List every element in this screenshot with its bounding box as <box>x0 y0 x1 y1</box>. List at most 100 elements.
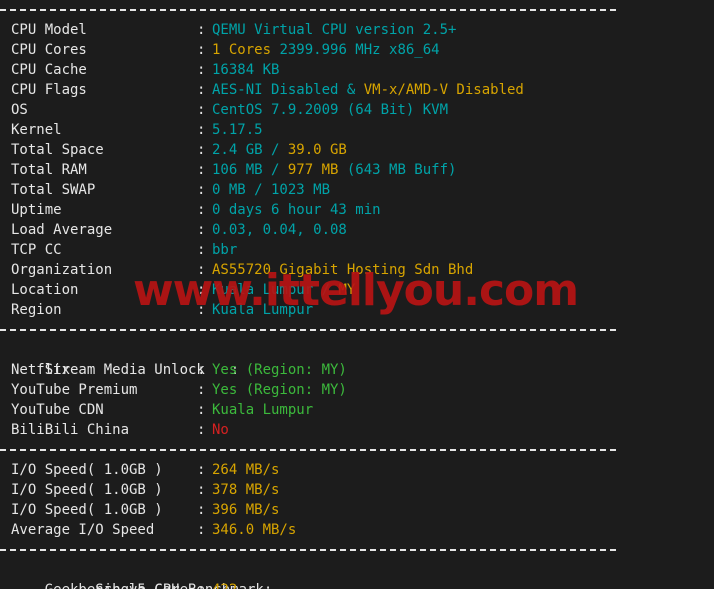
row-label: YouTube CDN <box>11 402 104 418</box>
dashed-rule <box>0 9 616 11</box>
separator-io-speed <box>0 440 714 460</box>
row-value: (643 MB Buff) <box>338 162 457 178</box>
row-value: 39.0 GB <box>287 142 347 158</box>
row-value: bbr <box>212 242 238 258</box>
output-row: Total RAM:106 MB / 977 MB (643 MB Buff) <box>0 160 714 180</box>
row-label: TCP CC <box>11 242 62 258</box>
output-row: YouTube CDN: Kuala Lumpur <box>0 400 714 420</box>
row-label: CPU Cache <box>11 62 87 78</box>
row-value: Kuala Lumpur <box>212 302 314 318</box>
row-label: YouTube Premium <box>11 382 138 398</box>
dashed-rule <box>0 449 616 451</box>
output-row: I/O Speed( 1.0GB ):378 MB/s <box>0 480 714 500</box>
colon: : <box>197 162 206 178</box>
colon: : <box>197 182 206 198</box>
output-row: Kernel:5.17.5 <box>0 120 714 140</box>
output-row: Organization: AS55720 Gigabit Hosting Sdn… <box>0 260 714 280</box>
output-row: OS: CentOS 7.9.2009 (64 Bit) KVM <box>0 100 714 120</box>
colon: : <box>197 22 206 38</box>
output-row: Load Average:0.03, 0.04, 0.08 <box>0 220 714 240</box>
output-row: Location: Kuala Lumpur / MY <box>0 280 714 300</box>
separator-geekbench <box>0 540 714 560</box>
row-value: 16384 KB <box>212 62 280 78</box>
row-value: 378 MB/s <box>212 482 280 498</box>
row-value: 0.03, 0.04, 0.08 <box>212 222 347 238</box>
row-value: AS55720 Gigabit Hosting Sdn Bhd <box>212 262 474 278</box>
terminal-screen: CPU Model: QEMU Virtual CPU version 2.5+ C… <box>0 0 714 589</box>
output-row: BiliBili China: No <box>0 420 714 440</box>
colon: : <box>197 362 206 378</box>
colon: : <box>197 82 206 98</box>
colon: : <box>197 462 206 478</box>
dashed-rule <box>0 329 616 331</box>
row-label: CPU Model <box>11 22 87 38</box>
row-value: 422 <box>212 582 237 589</box>
output-row: Region: Kuala Lumpur <box>0 300 714 320</box>
row-value: VM-x/AMD-V Disabled <box>363 82 524 98</box>
row-value: 0 days 6 hour 43 min <box>212 202 381 218</box>
row-label: Load Average <box>11 222 113 238</box>
row-label: Organization <box>11 262 113 278</box>
colon: : <box>197 262 206 278</box>
row-label: CPU Cores <box>11 42 87 58</box>
output-row: I/O Speed( 1.0GB ):264 MB/s <box>0 460 714 480</box>
row-label: Uptime <box>11 202 62 218</box>
row-value: 106 MB / <box>212 162 288 178</box>
colon: : <box>197 522 206 538</box>
row-label: Region <box>11 302 62 318</box>
row-value: 346.0 MB/s <box>212 522 297 538</box>
colon: : <box>197 202 206 218</box>
row-value: QEMU Virtual CPU version 2.5+ <box>212 22 457 38</box>
row-value: CentOS 7.9.2009 (64 Bit) KVM <box>212 102 449 118</box>
row-value: Yes (Region: MY) <box>212 362 347 378</box>
colon: : <box>197 242 206 258</box>
row-label: OS <box>11 102 28 118</box>
row-value: Yes (Region: MY) <box>212 382 347 398</box>
row-label: BiliBili China <box>11 422 130 438</box>
colon: : <box>197 302 206 318</box>
row-value: 2.4 GB / <box>212 142 288 158</box>
stream-media-section: Netflix: Yes (Region: MY) YouTube Premium:… <box>0 360 714 440</box>
colon: : <box>197 122 206 138</box>
colon: : <box>197 142 206 158</box>
row-label: Total SWAP <box>11 182 96 198</box>
row-label: Netflix <box>11 362 71 378</box>
output-row: Average I/O Speed:346.0 MB/s <box>0 520 714 540</box>
output-row: Uptime:0 days 6 hour 43 min <box>0 200 714 220</box>
row-value: 396 MB/s <box>212 502 280 518</box>
row-value: 1 Cores <box>212 42 280 58</box>
colon: : <box>197 482 206 498</box>
row-label: Total Space <box>11 142 104 158</box>
geekbench-heading-row: Geekbench v5 CPU Benchmark: <box>0 560 714 589</box>
output-row: YouTube Premium: Yes (Region: MY) <box>0 380 714 400</box>
row-value: AES-NI Disabled & <box>212 82 364 98</box>
row-label: CPU Flags <box>11 82 87 98</box>
separator-top <box>0 0 714 20</box>
output-row: CPU Cache:16384 KB <box>0 60 714 80</box>
row-label: Kernel <box>11 122 62 138</box>
row-label: Single Core <box>11 580 197 589</box>
io-speed-section: I/O Speed( 1.0GB ):264 MB/s I/O Speed( 1.… <box>0 460 714 540</box>
row-label: Average I/O Speed <box>11 522 155 538</box>
row-label: Location <box>11 282 79 298</box>
row-value: Kuala Lumpur / <box>212 282 339 298</box>
row-value: No <box>212 422 229 438</box>
output-row: CPU Cores:1 Cores 2399.996 MHz x86_64 <box>0 40 714 60</box>
colon: : <box>197 502 206 518</box>
colon: : <box>197 102 206 118</box>
colon: : <box>197 42 206 58</box>
output-row: Netflix: Yes (Region: MY) <box>0 360 714 380</box>
row-value: 2399.996 MHz x86_64 <box>279 42 440 58</box>
system-info-section: CPU Model: QEMU Virtual CPU version 2.5+ C… <box>0 20 714 320</box>
output-row: TCP CC: bbr <box>0 240 714 260</box>
output-row: Total SWAP:0 MB / 1023 MB <box>0 180 714 200</box>
output-row: CPU Model: QEMU Virtual CPU version 2.5+ <box>0 20 714 40</box>
row-label: I/O Speed( 1.0GB ) <box>11 482 163 498</box>
row-value: Kuala Lumpur <box>212 402 314 418</box>
geekbench-section: Single Core:422Multi Core:445 <box>0 580 714 589</box>
row-value: 264 MB/s <box>212 462 280 478</box>
colon: : <box>197 282 206 298</box>
output-row: I/O Speed( 1.0GB ):396 MB/s <box>0 500 714 520</box>
row-value: MY <box>338 282 356 298</box>
output-row: Single Core:422 <box>0 580 714 589</box>
